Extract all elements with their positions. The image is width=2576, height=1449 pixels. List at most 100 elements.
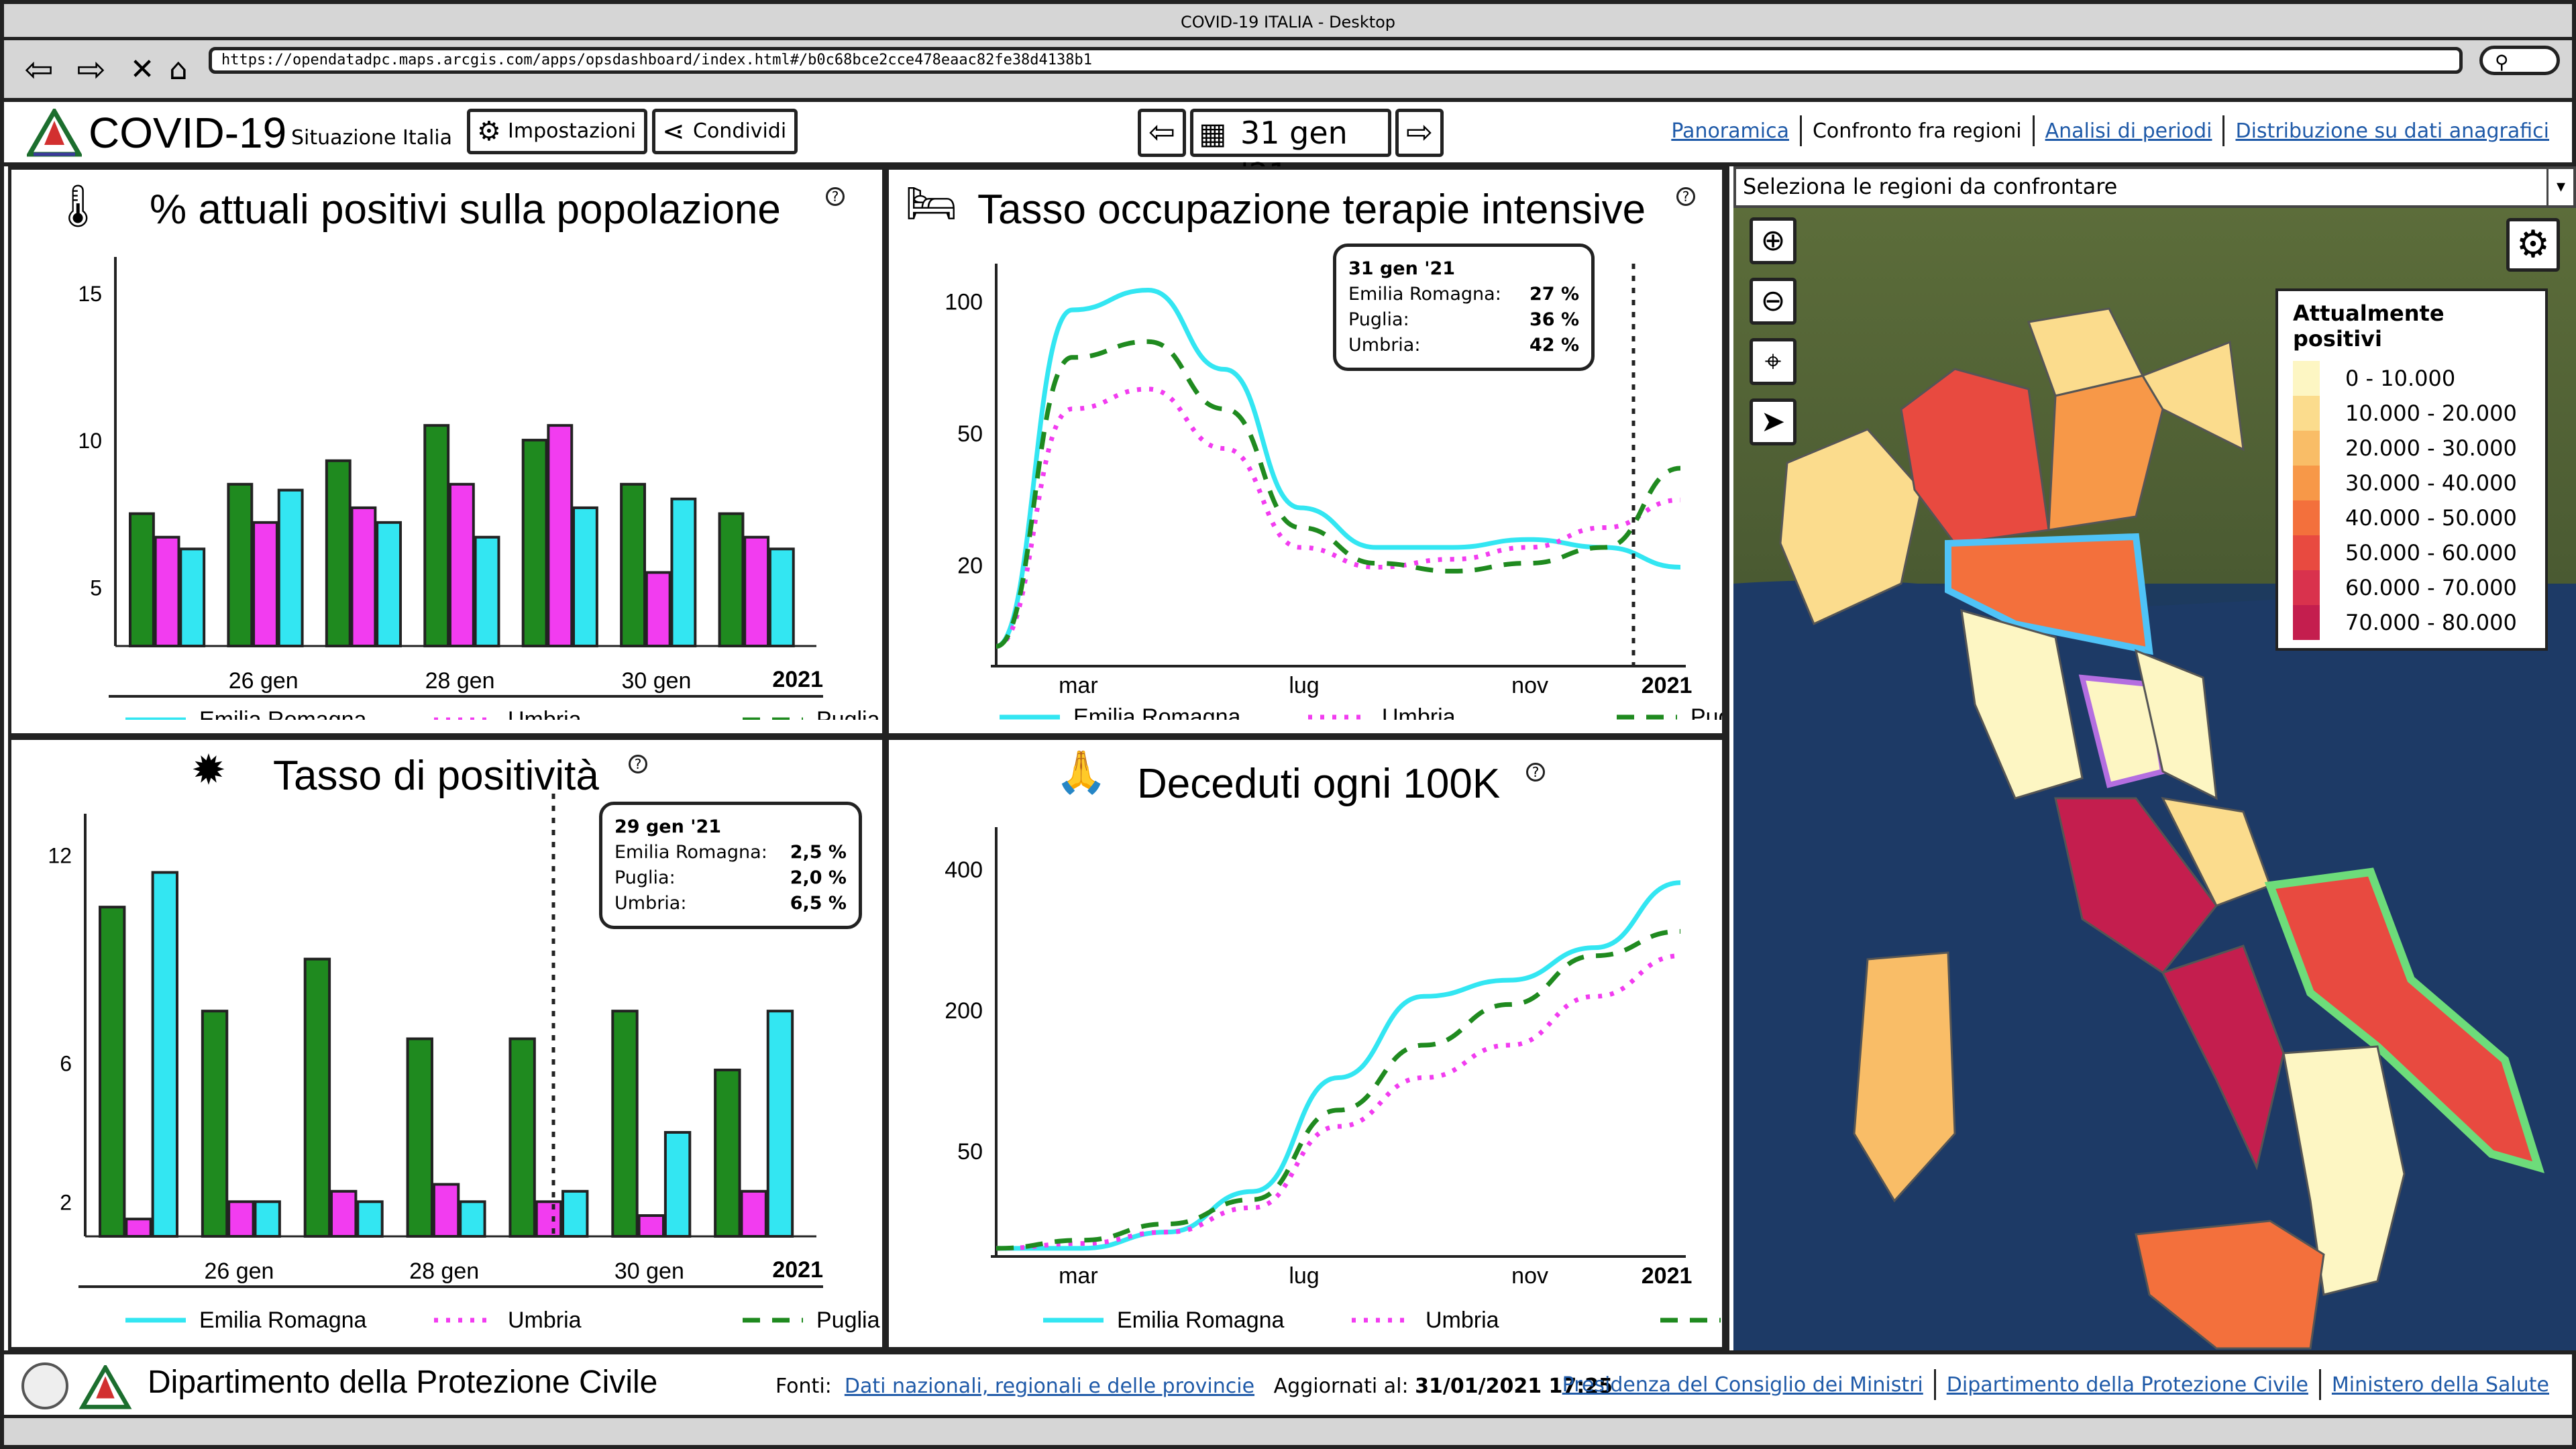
chevron-down-icon[interactable]: ▾	[2546, 169, 2573, 205]
legend-label: 70.000 - 80.000	[2345, 610, 2517, 635]
tab-distribuzione-anagrafica[interactable]: Distribuzione su dati anagrafici	[2235, 119, 2549, 143]
positive-pct-chart: 5 10 15 26 gen 28 gen 30 gen 2021 Emilia Romagn…	[78, 257, 880, 720]
y-tick-label: 100	[945, 289, 983, 315]
legend-swatch	[2293, 605, 2320, 640]
bar	[663, 1131, 692, 1238]
bar	[611, 1010, 639, 1238]
y-tick-label: 12	[48, 844, 72, 868]
x-end-label: 2021	[772, 1257, 823, 1283]
bar	[766, 1010, 794, 1238]
next-date-arrow-icon[interactable]: ⇨	[1395, 109, 1444, 157]
sources-link[interactable]: Dati nazionali, regionali e delle provin…	[845, 1375, 1254, 1398]
url-field[interactable]: https://opendatadpc.maps.arcgis.com/apps…	[209, 47, 2463, 74]
series-line	[996, 386, 1681, 649]
tooltip-row: Umbria: 42 %	[1348, 335, 1579, 356]
legend-item: 70.000 - 80.000	[2293, 605, 2530, 640]
x-tick-label: 2021	[1642, 1263, 1693, 1289]
bar	[356, 1200, 384, 1238]
footer-links: Presidenza del Consiglio dei Ministri Di…	[1562, 1369, 2549, 1400]
tab-confronto-regioni[interactable]: Confronto fra regioni	[1813, 119, 2022, 143]
x-tick-label: nov	[1511, 673, 1548, 698]
x-tick-label: 28 gen	[425, 668, 495, 694]
app-footer: Dipartimento della Protezione Civile Fon…	[4, 1350, 2572, 1415]
zoom-in-icon[interactable]: ⊕	[1750, 217, 1796, 264]
region-select[interactable]: Seleziona le regioni da confrontare ▾	[1733, 166, 2576, 208]
tooltip-row: Emilia Romagna: 27 %	[1348, 284, 1579, 305]
tab-analisi-periodi[interactable]: Analisi di periodi	[2045, 119, 2212, 143]
legend-swatch	[2293, 466, 2320, 500]
y-tick-label: 200	[945, 998, 983, 1024]
x-tick-label: 26 gen	[229, 668, 299, 694]
protezione-civile-logo-icon	[78, 1365, 132, 1409]
gear-icon[interactable]: ⚙	[2506, 218, 2560, 272]
bar	[474, 535, 500, 647]
legend-swatch	[2293, 431, 2320, 466]
legend-label: Puglia	[816, 707, 880, 720]
updated-label: Aggiornati al:	[1273, 1375, 1409, 1398]
link-separator	[1933, 1369, 1936, 1400]
bar	[432, 1183, 460, 1238]
date-selector: ⇦ ▦ 31 gen '21 ⇨	[1138, 109, 1445, 193]
bar	[406, 1037, 433, 1238]
bar	[572, 506, 598, 647]
bar	[459, 1200, 486, 1238]
bar	[670, 497, 697, 647]
x-tick-label: mar	[1059, 673, 1098, 698]
bar	[350, 506, 377, 647]
tooltip-date: 31 gen '21	[1348, 258, 1456, 279]
window-statusbar	[4, 1415, 2572, 1445]
forward-arrow-icon[interactable]: ⇨	[71, 50, 111, 90]
x-tick-label: 30 gen	[621, 668, 691, 694]
share-button[interactable]: ⋖ Condividi	[652, 109, 798, 154]
settings-button[interactable]: ⚙ Impostazioni	[467, 109, 648, 154]
legend-label: 50.000 - 60.000	[2345, 540, 2517, 566]
positive-pct-panel: 🌡 % attuali positivi sulla popolazione ?…	[8, 166, 885, 737]
x-tick-label: 26 gen	[204, 1258, 274, 1284]
home-icon[interactable]: ⌂	[158, 50, 199, 90]
tab-panoramica[interactable]: Panoramica	[1671, 119, 1789, 143]
link-dpc[interactable]: Dipartimento della Protezione Civile	[1947, 1373, 2308, 1397]
italy-extent-icon[interactable]: ⌖	[1750, 338, 1796, 385]
y-tick-label: 400	[945, 857, 983, 883]
close-icon[interactable]: ✕	[122, 50, 162, 90]
back-arrow-icon[interactable]: ⇦	[19, 50, 59, 90]
calendar-icon: ▦	[1199, 117, 1227, 151]
italy-map[interactable]: ⊕ ⊖ ⌖ ➤ ⚙ Attualmente positivi 0 - 10.00…	[1733, 208, 2576, 1350]
icu-chart: 20 50 100 mar lug nov 2021 Emilia Romagna Umbria…	[945, 264, 1722, 720]
date-field[interactable]: ▦ 31 gen '21	[1190, 109, 1391, 193]
prev-date-arrow-icon[interactable]: ⇦	[1138, 109, 1186, 157]
series-line	[996, 339, 1681, 649]
locate-arrow-icon[interactable]: ➤	[1750, 398, 1796, 445]
share-icon: ⋖	[662, 116, 685, 147]
link-separator	[2318, 1369, 2321, 1400]
y-tick-label: 20	[957, 553, 983, 579]
legend-swatch	[2293, 570, 2320, 605]
footer-org: Dipartimento della Protezione Civile	[148, 1364, 658, 1400]
legend-label: Emilia Romagna	[199, 707, 367, 720]
x-tick-label: 28 gen	[409, 1258, 479, 1284]
link-presidenza[interactable]: Presidenza del Consiglio dei Ministri	[1562, 1373, 1923, 1397]
legend-label: Umbria	[1382, 704, 1456, 720]
legend-item: 10.000 - 20.000	[2293, 396, 2530, 431]
x-end-label: 2021	[772, 667, 823, 692]
bar	[376, 521, 402, 647]
y-tick-label: 6	[60, 1052, 72, 1076]
bar	[227, 1200, 255, 1238]
y-tick-label: 15	[78, 282, 102, 306]
bar	[151, 871, 179, 1238]
bar	[325, 459, 352, 647]
window-titlebar: COVID-19 ITALIA - Desktop	[4, 4, 2572, 40]
legend-swatch	[2293, 535, 2320, 570]
bar	[645, 571, 672, 648]
republic-emblem-icon	[21, 1362, 68, 1409]
tooltip-row: Emilia Romagna: 2,5 %	[614, 842, 847, 863]
positivity-panel: ✹ Tasso di positività ? 2 6 12 26 gen 28 gen…	[8, 737, 885, 1350]
bar	[179, 547, 206, 647]
y-tick-label: 50	[957, 1139, 983, 1165]
bar	[743, 535, 770, 647]
legend-label: 20.000 - 30.000	[2345, 435, 2517, 461]
app-header: COVID-19 Situazione Italia ⚙ Impostazion…	[4, 102, 2572, 193]
zoom-out-icon[interactable]: ⊖	[1750, 278, 1796, 325]
browser-search[interactable]: ⚲	[2479, 46, 2560, 75]
link-ministero-salute[interactable]: Ministero della Salute	[2332, 1373, 2549, 1397]
